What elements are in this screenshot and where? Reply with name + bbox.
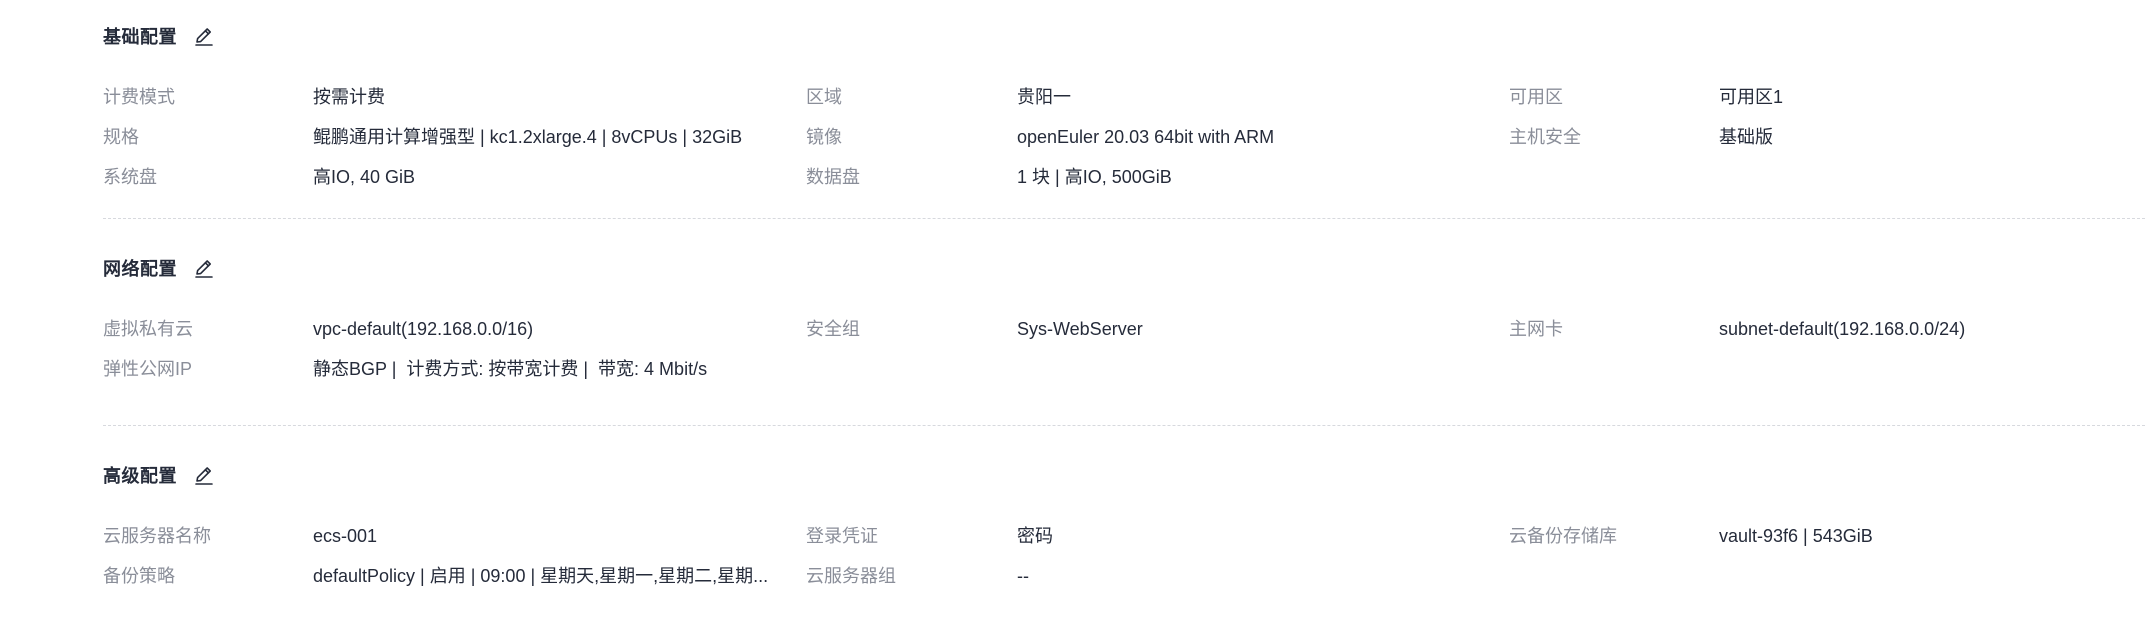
host-security-label: 主机安全 [1509,127,1581,147]
az-value: 可用区1 [1719,87,1784,107]
security-group-value: Sys-WebServer [1017,319,1143,339]
section-divider [103,425,2145,426]
config-row: 计费模式 按需计费 区域 贵阳一 可用区 可用区1 [103,82,2145,112]
az-label: 可用区 [1509,87,1563,107]
image-label: 镜像 [806,127,842,147]
vpc-label: 虚拟私有云 [103,319,193,339]
login-credential-value: 密码 [1017,526,1053,546]
billing-mode-value: 按需计费 [313,87,385,107]
server-name-value: ecs-001 [313,526,378,546]
login-credential-label: 登录凭证 [806,526,878,546]
eip-label: 弹性公网IP [103,359,193,379]
section-title: 网络配置 [103,259,177,279]
flavor-label: 规格 [103,127,139,147]
basic-config-section: 基础配置 计费模式 按需计费 区域 贵阳一 可用区 可用区1 规格 鲲鹏通用计算… [103,22,2145,192]
section-divider [103,218,2145,219]
security-group-label: 安全组 [806,319,860,339]
config-summary-page: 基础配置 计费模式 按需计费 区域 贵阳一 可用区 可用区1 规格 鲲鹏通用计算… [0,0,2145,639]
data-disk-value: 1 块 | 高IO, 500GiB [1017,167,1172,187]
server-group-label: 云服务器组 [806,566,896,586]
config-row: 虚拟私有云 vpc-default(192.168.0.0/16) 安全组 Sy… [103,314,2145,344]
section-header: 网络配置 [103,254,217,282]
config-row: 云服务器名称 ecs-001 登录凭证 密码 云备份存储库 vault-93f6… [103,521,2145,551]
server-group-value: -- [1017,566,1029,586]
config-row: 规格 鲲鹏通用计算增强型 | kc1.2xlarge.4 | 8vCPUs | … [103,122,2145,152]
system-disk-label: 系统盘 [103,167,157,187]
section-title: 高级配置 [103,466,177,486]
eip-value: 静态BGP | 计费方式: 按带宽计费 | 带宽: 4 Mbit/s [313,359,708,379]
data-disk-label: 数据盘 [806,167,860,187]
system-disk-value: 高IO, 40 GiB [313,167,416,187]
network-config-section: 网络配置 虚拟私有云 vpc-default(192.168.0.0/16) 安… [103,254,2145,384]
section-header: 高级配置 [103,461,217,489]
section-header: 基础配置 [103,22,217,50]
server-name-label: 云服务器名称 [103,526,211,546]
backup-vault-label: 云备份存储库 [1509,526,1617,546]
config-row: 系统盘 高IO, 40 GiB 数据盘 1 块 | 高IO, 500GiB [103,162,2145,192]
flavor-value: 鲲鹏通用计算增强型 | kc1.2xlarge.4 | 8vCPUs | 32G… [313,127,743,147]
vpc-value: vpc-default(192.168.0.0/16) [313,319,534,339]
backup-policy-label: 备份策略 [103,566,175,586]
config-row: 弹性公网IP 静态BGP | 计费方式: 按带宽计费 | 带宽: 4 Mbit/… [103,354,2145,384]
config-row: 备份策略 defaultPolicy | 启用 | 09:00 | 星期天,星期… [103,561,2145,591]
section-title: 基础配置 [103,27,177,47]
backup-policy-value: defaultPolicy | 启用 | 09:00 | 星期天,星期一,星期二… [313,566,769,586]
host-security-value: 基础版 [1719,127,1773,147]
image-value: openEuler 20.03 64bit with ARM [1017,127,1275,147]
edit-icon[interactable] [191,462,217,488]
backup-vault-value: vault-93f6 | 543GiB [1719,526,1873,546]
advanced-config-section: 高级配置 云服务器名称 ecs-001 登录凭证 密码 云备份存储库 vault… [103,461,2145,601]
edit-icon[interactable] [191,23,217,49]
region-value: 贵阳一 [1017,87,1071,107]
region-label: 区域 [806,87,842,107]
edit-icon[interactable] [191,255,217,281]
primary-nic-label: 主网卡 [1509,319,1563,339]
primary-nic-value: subnet-default(192.168.0.0/24) [1719,319,1966,339]
billing-mode-label: 计费模式 [103,87,175,107]
